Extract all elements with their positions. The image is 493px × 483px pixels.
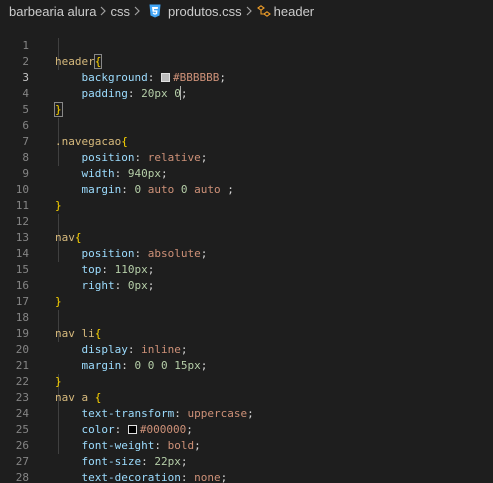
code-line[interactable]: 19 display: inline;	[0, 310, 493, 356]
css-property: text-decoration	[81, 471, 181, 483]
chevron-right-icon	[99, 6, 107, 16]
breadcrumb-folder-css[interactable]: css	[110, 4, 130, 19]
code-line[interactable]: 9 margin: 0 auto 0 auto ;	[0, 150, 493, 196]
chevron-right-icon	[245, 6, 253, 16]
code-line[interactable]: 1 header{	[0, 22, 493, 69]
code-line[interactable]: 22 nav a {	[0, 358, 493, 404]
code-line[interactable]: 12 nav{	[0, 198, 493, 244]
code-line[interactable]: 5	[0, 86, 493, 116]
chevron-right-icon	[133, 6, 141, 16]
code-line[interactable]: 16 }	[0, 262, 493, 308]
code-line[interactable]: 7 position: relative;	[0, 118, 493, 164]
code-line[interactable]: 23 text-transform: uppercase;	[0, 374, 493, 420]
code-line[interactable]: 2 background: #BBBBBB;	[0, 38, 493, 84]
code-line[interactable]: 21 }	[0, 342, 493, 388]
colon: :	[180, 471, 195, 483]
code-line[interactable]: 26 font-size: 22px;	[0, 422, 493, 468]
code-line[interactable]: 14 top: 110px;	[0, 230, 493, 276]
code-line[interactable]: 28 }	[0, 454, 493, 483]
code-line[interactable]: 17	[0, 278, 493, 308]
code-line[interactable]: 27 text-decoration: none;	[0, 438, 493, 483]
code-line[interactable]: 20 margin: 0 0 0 15px;	[0, 326, 493, 372]
breadcrumb: barbearia alura css produtos.css header	[0, 0, 493, 22]
code-line[interactable]: 24 color: #000000;	[0, 390, 493, 436]
code-line[interactable]: 6 .navegacao{	[0, 102, 493, 148]
code-line[interactable]: 15 right: 0px;	[0, 246, 493, 292]
css3-file-icon	[148, 4, 162, 18]
code-line[interactable]: 10 }	[0, 166, 493, 212]
css-value: none	[194, 471, 221, 483]
semicolon: ;	[220, 471, 228, 483]
breadcrumb-folder-barbearia[interactable]: barbearia alura	[9, 4, 96, 19]
code-line[interactable]: 4 }	[0, 70, 493, 117]
code-line[interactable]: 13 position: absolute;	[0, 214, 493, 260]
code-line[interactable]: 11	[0, 182, 493, 212]
code-line[interactable]: 8 width: 940px;	[0, 134, 493, 180]
breadcrumb-file-produtos[interactable]: produtos.css	[168, 4, 242, 19]
breadcrumb-symbol-header[interactable]: header	[274, 4, 314, 19]
code-line[interactable]: 18 nav li{	[0, 294, 493, 340]
code-line[interactable]: 25 font-weight: bold;	[0, 406, 493, 452]
code-line-active[interactable]: 3 padding: 20px 0;	[0, 54, 493, 100]
line-number: 28	[15, 471, 29, 483]
symbol-class-icon	[256, 5, 271, 17]
code-editor[interactable]: 1 header{ 2 background: #BBBBBB; 3 paddi…	[0, 22, 493, 483]
